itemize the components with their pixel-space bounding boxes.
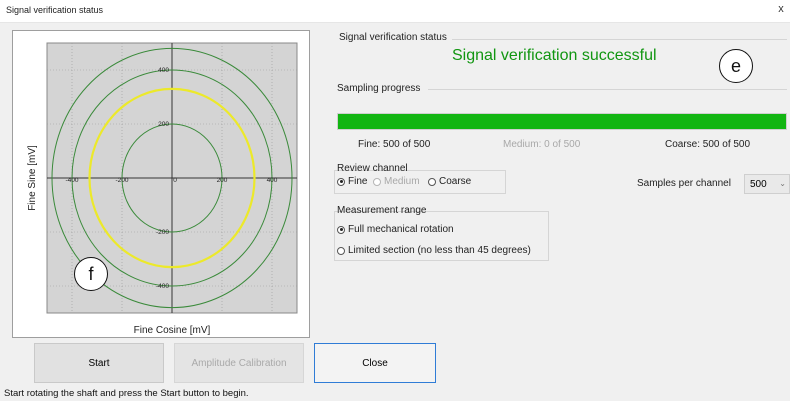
annotation-marker-f: f bbox=[74, 257, 108, 291]
sampling-progress-bar bbox=[337, 113, 787, 130]
annotation-marker-e: e bbox=[719, 49, 753, 83]
start-button[interactable]: Start bbox=[34, 343, 164, 383]
measurement-range-label: Measurement range bbox=[337, 205, 427, 216]
samples-per-channel-select[interactable]: 500 ⌄ bbox=[744, 174, 790, 194]
review-coarse-radio[interactable]: Coarse bbox=[428, 176, 471, 187]
review-fine-radio[interactable]: Fine bbox=[337, 176, 367, 187]
x-tick-label: 200 bbox=[217, 177, 228, 184]
review-medium-radio: Medium bbox=[373, 176, 420, 187]
y-axis-label: Fine Sine [mV] bbox=[27, 145, 38, 211]
y-tick-label: -400 bbox=[156, 283, 169, 290]
sampling-progress-fill bbox=[338, 114, 786, 129]
radio-checked-icon bbox=[337, 225, 345, 234]
range-full-radio[interactable]: Full mechanical rotation bbox=[337, 224, 454, 235]
radio-icon bbox=[373, 177, 381, 186]
sampling-group-label: Sampling progress bbox=[337, 83, 421, 94]
x-tick-label: -400 bbox=[65, 177, 78, 184]
plot-canvas: -400 -200 0 200 400 400 200 -200 -400 Fine Cosine… bbox=[27, 42, 298, 336]
fine-count: Fine: 500 of 500 bbox=[358, 139, 431, 150]
samples-per-channel-value: 500 bbox=[750, 178, 767, 190]
window-title: Signal verification status bbox=[6, 5, 104, 15]
verification-message: Signal verification successful bbox=[452, 47, 657, 64]
close-button[interactable]: Close bbox=[314, 343, 436, 383]
coarse-count: Coarse: 500 of 500 bbox=[665, 139, 751, 150]
x-tick-label: -200 bbox=[115, 177, 128, 184]
y-tick-label: 400 bbox=[158, 67, 169, 74]
medium-count: Medium: 0 of 500 bbox=[503, 139, 581, 150]
range-limited-label: Limited section (no less than 45 degrees… bbox=[348, 245, 531, 256]
signal-plot: -400 -200 0 200 400 400 200 -200 -400 Fine Cosine… bbox=[12, 30, 310, 338]
y-tick-label: -200 bbox=[156, 229, 169, 236]
x-axis-label: Fine Cosine [mV] bbox=[134, 325, 211, 336]
review-medium-label: Medium bbox=[384, 176, 420, 187]
title-bar: Signal verification status x bbox=[0, 0, 790, 23]
review-channel-label: Review channel bbox=[337, 163, 408, 174]
status-bar: Start rotating the shaft and press the S… bbox=[4, 388, 249, 399]
radio-checked-icon bbox=[337, 177, 345, 186]
verification-group-border bbox=[452, 39, 787, 40]
review-coarse-label: Coarse bbox=[439, 176, 472, 187]
review-fine-label: Fine bbox=[348, 176, 368, 187]
x-tick-label: 0 bbox=[173, 177, 177, 184]
verification-group-label: Signal verification status bbox=[339, 32, 447, 43]
chevron-down-icon: ⌄ bbox=[779, 179, 786, 188]
samples-per-channel-label: Samples per channel bbox=[637, 178, 731, 189]
range-limited-radio[interactable]: Limited section (no less than 45 degrees… bbox=[337, 245, 531, 256]
range-full-label: Full mechanical rotation bbox=[348, 224, 454, 235]
close-icon[interactable]: x bbox=[774, 3, 788, 15]
sampling-group-border bbox=[428, 89, 787, 90]
radio-icon bbox=[337, 246, 345, 255]
amplitude-calibration-button: Amplitude Calibration bbox=[174, 343, 304, 383]
x-tick-label: 400 bbox=[267, 177, 278, 184]
radio-icon bbox=[428, 177, 436, 186]
y-tick-label: 200 bbox=[158, 121, 169, 128]
